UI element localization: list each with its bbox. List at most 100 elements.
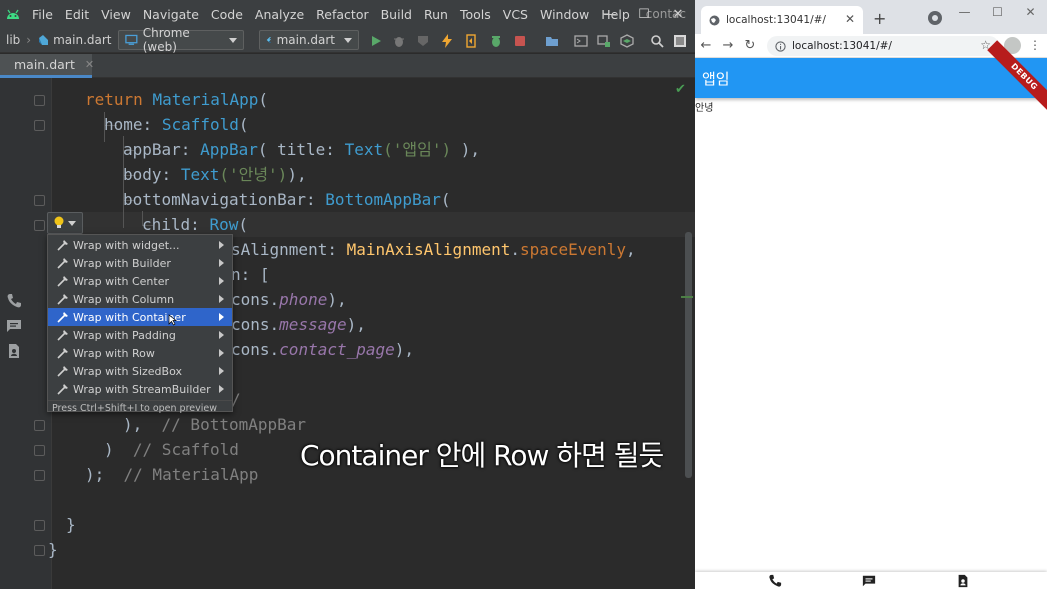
message-icon [862, 575, 876, 587]
browser-window: localhost:13041/#/ ✕ + — ☐ ✕ ← → ↻ local… [695, 0, 1047, 589]
hot-restart-icon[interactable] [462, 32, 480, 50]
close-button[interactable]: ✕ [661, 0, 695, 28]
menu-build[interactable]: Build [375, 7, 418, 22]
run-icon[interactable] [367, 32, 385, 50]
editor-tabbar: main.dart ✕ [0, 54, 695, 78]
code-line-11: cons.contact_page), [231, 340, 415, 359]
app-bar-title: 앱임 [702, 70, 730, 88]
wrap-with-column-item[interactable]: Wrap with Column [48, 290, 232, 308]
wrap-with-padding-item[interactable]: Wrap with Padding [48, 326, 232, 344]
attach-debugger-icon[interactable] [487, 32, 505, 50]
wrap-with-sizedbox-item[interactable]: Wrap with SizedBox [48, 362, 232, 380]
settings-icon[interactable] [671, 32, 689, 50]
code-line-5: bottomNavigationBar: BottomAppBar( [123, 190, 451, 209]
wrap-with-widget-item[interactable]: Wrap with widget... [48, 236, 232, 254]
fold-marker-icon[interactable] [34, 95, 45, 106]
hot-reload-icon[interactable] [438, 32, 456, 50]
editor-scrollbar[interactable] [685, 232, 692, 478]
minimize-button[interactable]: — [948, 0, 981, 24]
menu-window[interactable]: Window [534, 7, 595, 22]
fold-marker-icon[interactable] [34, 220, 45, 231]
menu-refactor[interactable]: Refactor [310, 7, 374, 22]
wrap-with-container-item[interactable]: Wrap with Container [48, 308, 232, 326]
fold-marker-icon[interactable] [34, 520, 45, 531]
breadcrumb-file[interactable]: main.dart [53, 33, 111, 47]
ide-menubar: File Edit View Navigate Code Analyze Ref… [0, 0, 695, 28]
inspection-ok-icon[interactable]: ✔ [675, 82, 686, 97]
maximize-button[interactable]: ☐ [627, 0, 661, 28]
address-bar[interactable]: localhost:13041/#/ ☆ [767, 36, 999, 56]
browser-menu-icon[interactable]: ⋮ [1029, 38, 1041, 52]
flutter-bottom-app-bar [695, 572, 1047, 589]
browser-window-controls: — ☐ ✕ [948, 0, 1047, 24]
fold-marker-icon[interactable] [34, 545, 45, 556]
menu-code[interactable]: Code [205, 7, 249, 22]
wrap-with-row-item[interactable]: Wrap with Row [48, 344, 232, 362]
menu-view[interactable]: View [95, 7, 137, 22]
code-line-16: } [66, 515, 76, 534]
reload-button[interactable]: ↻ [739, 35, 761, 57]
wrap-with-center-item[interactable]: Wrap with Center [48, 272, 232, 290]
code-line-3: appBar: AppBar( title: Text('앱임') ), [123, 140, 480, 159]
chevron-down-icon [229, 37, 237, 43]
new-tab-button[interactable]: + [873, 9, 886, 28]
avd-manager-icon[interactable] [595, 32, 613, 50]
chevron-right-icon [219, 313, 224, 321]
breadcrumb-lib[interactable]: lib [6, 33, 20, 47]
message-icon [7, 320, 21, 332]
minimize-button[interactable]: — [593, 0, 627, 28]
browser-tab[interactable]: localhost:13041/#/ ✕ [701, 6, 863, 34]
menu-vcs[interactable]: VCS [497, 7, 534, 22]
back-button[interactable]: ← [695, 35, 717, 57]
menu-navigate[interactable]: Navigate [137, 7, 205, 22]
fold-marker-icon[interactable] [34, 420, 45, 431]
fold-marker-icon[interactable] [34, 120, 45, 131]
menu-tools[interactable]: Tools [454, 7, 497, 22]
popup-item-label: Wrap with StreamBuilder [73, 382, 211, 396]
stop-icon[interactable] [511, 32, 529, 50]
debug-icon[interactable] [390, 32, 408, 50]
browser-tab-title: localhost:13041/#/ [726, 14, 826, 26]
browser-tabstrip: localhost:13041/#/ ✕ + — ☐ ✕ [695, 0, 1047, 34]
wrap-with-builder-item[interactable]: Wrap with Builder [48, 254, 232, 272]
popup-item-label: Wrap with Builder [73, 256, 171, 270]
intention-bulb-button[interactable] [47, 212, 83, 234]
menu-file[interactable]: File [26, 7, 59, 22]
address-bar-url: localhost:13041/#/ [792, 40, 892, 52]
popup-item-label: Wrap with Column [73, 292, 175, 306]
popup-item-label: Wrap with Center [73, 274, 169, 288]
fold-marker-icon[interactable] [34, 470, 45, 481]
fold-marker-icon[interactable] [34, 195, 45, 206]
chevron-right-icon [219, 349, 224, 357]
tab-main-dart[interactable]: main.dart ✕ [0, 54, 94, 78]
menu-edit[interactable]: Edit [59, 7, 95, 22]
code-line-15: ); // MaterialApp [85, 465, 259, 484]
coverage-icon[interactable] [414, 32, 432, 50]
chevron-right-icon [219, 331, 224, 339]
tab-close-icon[interactable]: ✕ [845, 12, 855, 26]
code-line-8: n: [ [231, 265, 270, 284]
sdk-manager-icon[interactable] [618, 32, 636, 50]
fold-marker-icon[interactable] [34, 445, 45, 456]
device-selector[interactable]: Chrome (web) [118, 26, 244, 54]
forward-button[interactable]: → [717, 35, 739, 57]
chevron-right-icon [219, 259, 224, 267]
wrap-with-streambuilder-item[interactable]: Wrap with StreamBuilder [48, 380, 232, 398]
wand-icon [57, 311, 68, 323]
search-icon[interactable] [648, 32, 666, 50]
chevron-right-icon [219, 385, 224, 393]
code-line-10: cons.message), [231, 315, 366, 334]
app-body-text: 안녕 [695, 103, 714, 114]
media-record-icon[interactable] [928, 11, 942, 25]
wand-icon [57, 347, 68, 359]
maximize-button[interactable]: ☐ [981, 0, 1014, 24]
close-button[interactable]: ✕ [1014, 0, 1047, 24]
tab-close-icon[interactable]: ✕ [85, 58, 94, 71]
menu-analyze[interactable]: Analyze [249, 7, 310, 22]
menu-run[interactable]: Run [418, 7, 454, 22]
popup-item-label: Wrap with SizedBox [73, 364, 182, 378]
device-manager-icon[interactable] [543, 32, 561, 50]
terminal-icon[interactable] [572, 32, 590, 50]
device-selector-label: Chrome (web) [142, 26, 190, 54]
run-config-selector[interactable]: main.dart [259, 30, 359, 50]
